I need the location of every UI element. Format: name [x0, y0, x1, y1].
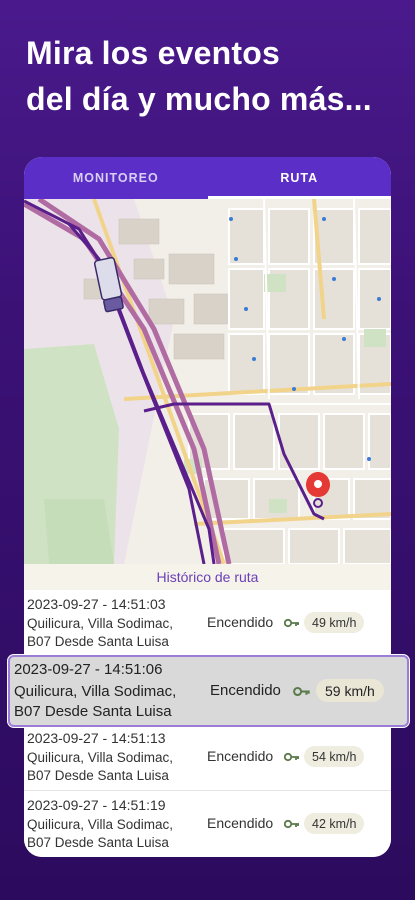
- event-address-line1: Quilicura, Villa Sodimac,: [27, 817, 174, 832]
- event-address-line2: B07 Desde Santa Luisa: [27, 835, 169, 850]
- event-address-line2: B07 Desde Santa Luisa: [27, 634, 169, 649]
- event-address-line2: B07 Desde Santa Luisa: [27, 768, 169, 783]
- map-canvas: [24, 199, 391, 564]
- event-datetime: 2023-09-27 - 14:51:19: [27, 797, 166, 813]
- event-status: Encendido: [210, 682, 281, 699]
- event-datetime: 2023-09-27 - 14:51:03: [27, 596, 166, 612]
- event-datetime: 2023-09-27 - 14:51:06: [14, 661, 163, 678]
- speed-badge: 54 km/h: [304, 746, 365, 767]
- speed-badge: 42 km/h: [304, 813, 365, 834]
- event-row[interactable]: 2023-09-27 - 14:51:13 Quilicura, Villa S…: [24, 724, 391, 791]
- key-icon: [293, 686, 310, 697]
- speed-badge: 59 km/h: [316, 679, 384, 702]
- event-address-line1: Quilicura, Villa Sodimac,: [14, 683, 177, 700]
- event-row[interactable]: 2023-09-27 - 14:51:19 Quilicura, Villa S…: [24, 791, 391, 857]
- event-status: Encendido: [207, 815, 274, 831]
- tab-bar: MONITOREO RUTA: [24, 157, 391, 199]
- key-icon: [284, 618, 299, 628]
- event-datetime: 2023-09-27 - 14:51:13: [27, 730, 166, 746]
- tab-monitoreo[interactable]: MONITOREO: [24, 157, 208, 199]
- key-icon: [284, 752, 299, 762]
- event-row[interactable]: 2023-09-27 - 14:51:03 Quilicura, Villa S…: [24, 590, 391, 657]
- tab-ruta[interactable]: RUTA: [207, 157, 392, 199]
- speed-badge: 49 km/h: [304, 612, 365, 633]
- event-address-line2: B07 Desde Santa Luisa: [14, 703, 172, 720]
- event-status: Encendido: [207, 748, 274, 764]
- event-address-line1: Quilicura, Villa Sodimac,: [27, 750, 174, 765]
- history-title: Histórico de ruta: [24, 564, 391, 590]
- event-address-line1: Quilicura, Villa Sodimac,: [27, 616, 174, 631]
- event-row-selected[interactable]: 2023-09-27 - 14:51:06 Quilicura, Villa S…: [8, 655, 409, 727]
- event-status: Encendido: [207, 614, 274, 630]
- headline-line-2: del día y mucho más...: [26, 81, 372, 117]
- key-icon: [284, 819, 299, 829]
- phone-card: MONITOREO RUTA Histórico de ruta 2023-09…: [24, 157, 391, 857]
- headline-line-1: Mira los eventos: [26, 35, 280, 71]
- headline: Mira los eventos del día y mucho más...: [26, 30, 396, 122]
- route-map[interactable]: [24, 199, 391, 564]
